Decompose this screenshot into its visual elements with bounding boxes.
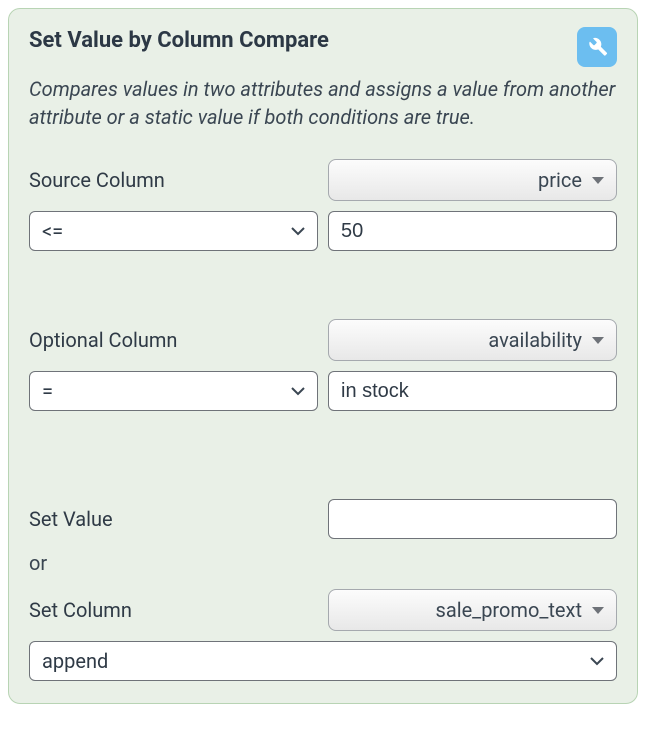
- set-column-mode-row: append: [29, 641, 617, 681]
- optional-operator-selected: =: [42, 379, 53, 403]
- caret-down-icon: [592, 177, 604, 184]
- set-column-selected: sale_promo_text: [436, 598, 583, 622]
- source-column-row: Source Column price: [29, 159, 617, 201]
- set-column-mode-selected: append: [42, 649, 108, 673]
- source-value-input[interactable]: [328, 211, 617, 251]
- optional-column-selected: availability: [488, 328, 582, 352]
- optional-operator-select[interactable]: =: [29, 371, 318, 411]
- caret-down-icon: [592, 607, 604, 614]
- source-column-label: Source Column: [29, 168, 318, 192]
- set-column-row: Set Column sale_promo_text: [29, 589, 617, 631]
- set-column-label: Set Column: [29, 598, 318, 622]
- set-value-input[interactable]: [328, 499, 617, 539]
- source-condition-row: <=: [29, 211, 617, 251]
- source-operator-select[interactable]: <=: [29, 211, 318, 251]
- optional-condition-row: =: [29, 371, 617, 411]
- set-value-by-column-compare-panel: Set Value by Column Compare Compares val…: [8, 8, 638, 704]
- optional-value-input[interactable]: [328, 371, 617, 411]
- panel-title: Set Value by Column Compare: [29, 27, 329, 56]
- set-column-mode-select[interactable]: append: [29, 641, 617, 681]
- wrench-icon: [586, 35, 608, 60]
- optional-column-select[interactable]: availability: [328, 319, 617, 361]
- caret-down-icon: [592, 337, 604, 344]
- source-column-select[interactable]: price: [328, 159, 617, 201]
- set-value-label: Set Value: [29, 507, 318, 531]
- chevron-down-icon: [291, 224, 305, 238]
- chevron-down-icon: [291, 384, 305, 398]
- set-value-row: Set Value: [29, 499, 617, 539]
- set-column-select[interactable]: sale_promo_text: [328, 589, 617, 631]
- source-operator-selected: <=: [42, 219, 63, 243]
- panel-description: Compares values in two attributes and as…: [29, 75, 617, 131]
- panel-header: Set Value by Column Compare: [29, 27, 617, 67]
- chevron-down-icon: [590, 654, 604, 668]
- optional-column-row: Optional Column availability: [29, 319, 617, 361]
- or-label: or: [29, 551, 617, 575]
- source-column-selected: price: [538, 168, 582, 192]
- optional-column-label: Optional Column: [29, 328, 318, 352]
- settings-button[interactable]: [577, 27, 617, 67]
